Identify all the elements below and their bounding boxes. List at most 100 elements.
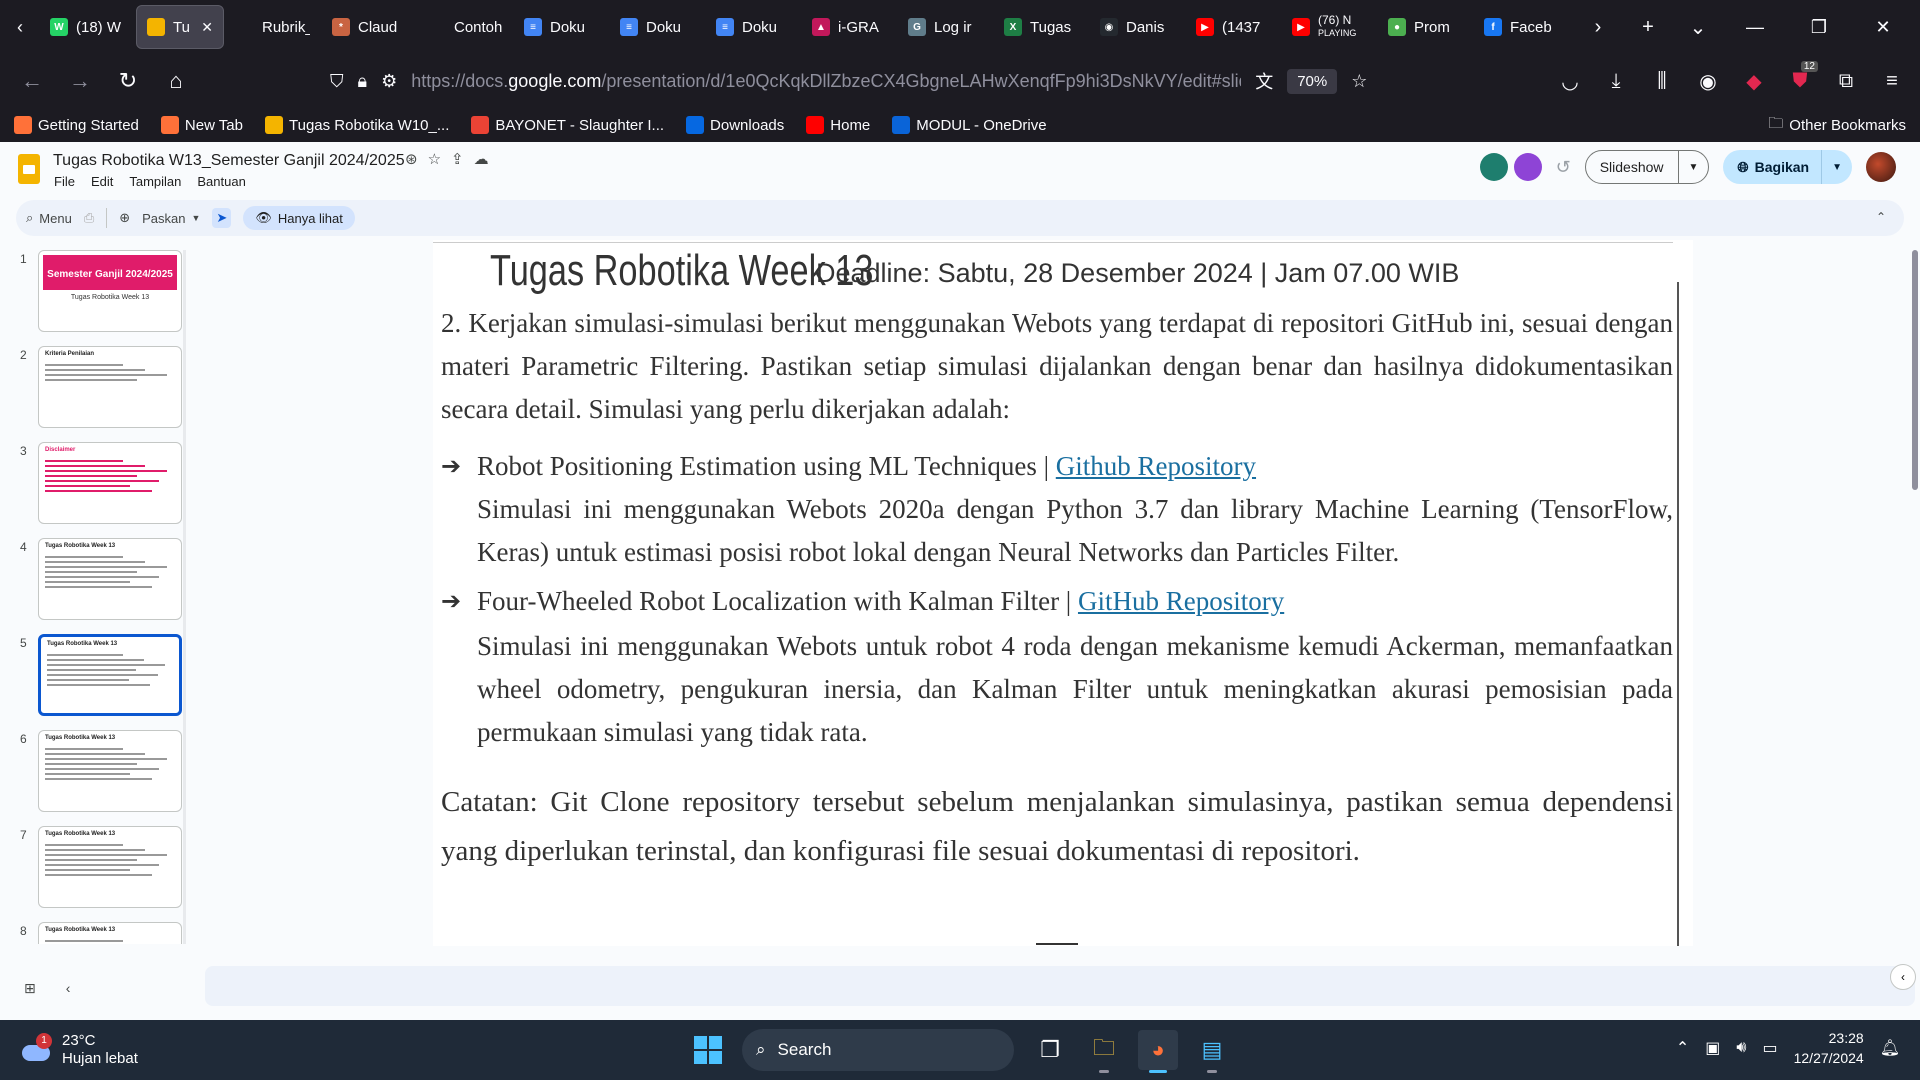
share-main[interactable]: 🌐︎ Bagikan <box>1723 150 1823 184</box>
browser-tab[interactable]: ▶ (1437 <box>1186 5 1280 49</box>
battery-icon[interactable]: ▭ <box>1762 1038 1777 1058</box>
history-icon[interactable]: ↺ <box>1556 157 1571 178</box>
list-all-tabs-icon[interactable]: ⌄ <box>1676 7 1720 47</box>
close-tab-icon[interactable]: ✕ <box>201 19 213 36</box>
browser-tab[interactable]: ◉ Danis <box>1090 5 1184 49</box>
star-icon[interactable]: ☆ <box>428 150 441 168</box>
translate-icon[interactable]: 文 <box>1255 68 1273 94</box>
collaborator-avatar[interactable] <box>1513 153 1542 181</box>
collapse-menus-icon[interactable]: ⌃ <box>1876 210 1886 224</box>
slide-thumbnail[interactable]: Disclaimer <box>38 442 182 524</box>
github-repository-link[interactable]: GitHub Repository <box>1078 586 1284 616</box>
url-text[interactable]: https://docs.google.com/presentation/d/1… <box>411 71 1241 92</box>
browser-tab[interactable]: ≡ Doku <box>706 5 800 49</box>
browser-tab[interactable]: ● Prom <box>1378 5 1472 49</box>
tray-overflow-icon[interactable]: ⌃ <box>1676 1038 1689 1058</box>
menu-help[interactable]: Bantuan <box>197 174 245 189</box>
minimize-icon[interactable]: — <box>1726 0 1784 54</box>
clock[interactable]: 23:28 12/27/2024 <box>1794 1028 1864 1068</box>
browser-tab[interactable]: W (18) W <box>40 5 134 49</box>
print-icon[interactable]: ⎙ <box>84 210 94 226</box>
browser-tab[interactable]: X Tugas <box>994 5 1088 49</box>
other-bookmarks[interactable]: 🗀︎ Other Bookmarks <box>1768 113 1906 138</box>
filmstrip-slide-8[interactable]: 8 Tugas Robotika Week 13 <box>0 922 186 944</box>
browser-tab[interactable]: ▶ (76) N PLAYING <box>1282 5 1376 49</box>
collapse-filmstrip-icon[interactable]: ‹ <box>66 980 71 997</box>
collaborator-avatar[interactable] <box>1479 153 1508 181</box>
notepad-icon[interactable]: ▤ <box>1192 1030 1232 1073</box>
restore-icon[interactable]: ❐ <box>1790 0 1848 54</box>
view-only-badge[interactable]: 👁︎ Hanya lihat <box>243 206 355 230</box>
browser-tab[interactable]: Rubrik_Pe <box>226 5 320 49</box>
menu-view[interactable]: Tampilan <box>129 174 181 189</box>
bookmark-item[interactable]: BAYONET - Slaughter I... <box>471 116 664 134</box>
task-view-icon[interactable]: ❐ <box>1030 1030 1070 1070</box>
expand-side-panel-icon[interactable]: ‹ <box>1890 964 1916 990</box>
filmstrip-slide-1[interactable]: 1 Semester Ganjil 2024/2025 Tugas Robotika… <box>0 250 186 336</box>
notifications-icon[interactable]: 🔔︎ <box>1880 1038 1900 1058</box>
reload-icon[interactable]: ↻ <box>106 59 150 103</box>
ublock-icon[interactable]: ⛊ 12 <box>1782 61 1818 101</box>
bookmark-item[interactable]: Getting Started <box>14 116 139 134</box>
bookmark-item[interactable]: Home <box>806 116 870 134</box>
slide-thumbnail[interactable]: Semester Ganjil 2024/2025 Tugas Robotika … <box>38 250 182 332</box>
browser-tab[interactable]: Tu ✕ <box>136 5 224 49</box>
menu-search[interactable]: ⌕ Menu <box>26 210 72 226</box>
url-bar[interactable]: ⛉ 🔒︎ ⚙ https://docs.google.com/presentat… <box>330 61 1410 101</box>
filmstrip-slide-4[interactable]: 4 Tugas Robotika Week 13 <box>0 538 186 624</box>
slideshow-button[interactable]: Slideshow ▼ <box>1584 150 1710 184</box>
slides-logo-icon[interactable] <box>18 154 40 184</box>
page-scrollbar[interactable] <box>1912 250 1918 490</box>
zoom-icon[interactable]: ⊕ <box>119 210 130 226</box>
tab-scroll-right-icon[interactable]: › <box>1576 7 1620 47</box>
bookmark-item[interactable]: Downloads <box>686 116 784 134</box>
home-icon[interactable]: ⌂ <box>154 59 198 103</box>
doc-title[interactable]: Tugas Robotika W13_Semester Ganjil 2024/… <box>53 152 405 170</box>
lock-icon[interactable]: 🔒︎ <box>358 71 368 92</box>
browser-tab[interactable]: ▲ i-GRA <box>802 5 896 49</box>
browser-tab[interactable]: Contoh_C <box>418 5 512 49</box>
library-icon[interactable]: ⫼ <box>1644 61 1680 101</box>
windows-start-icon[interactable] <box>694 1036 722 1064</box>
slide-thumbnail[interactable]: Tugas Robotika Week 13 <box>38 730 182 812</box>
new-tab-icon[interactable]: + <box>1626 7 1670 47</box>
browser-tab[interactable]: ≡ Doku <box>514 5 608 49</box>
account-icon[interactable]: ◉ <box>1690 61 1726 101</box>
downloads-icon[interactable]: ⤓ <box>1598 61 1634 101</box>
move-icon[interactable]: ⇪ <box>451 150 464 168</box>
slide-thumbnail[interactable]: Tugas Robotika Week 13 <box>38 538 182 620</box>
share-dropdown-icon[interactable]: ▼ <box>1822 162 1852 173</box>
app-menu-icon[interactable]: ≡ <box>1874 61 1910 101</box>
speaker-notes-bar[interactable] <box>205 966 1915 1006</box>
extension-red-icon[interactable]: ◆ <box>1736 61 1772 101</box>
slideshow-label[interactable]: Slideshow <box>1586 151 1679 183</box>
extensions-icon[interactable]: ⧉ <box>1828 61 1864 101</box>
zoom-level-badge[interactable]: 70% <box>1287 68 1338 94</box>
filmstrip-slide-6[interactable]: 6 Tugas Robotika Week 13 <box>0 730 186 816</box>
cloud-status-icon[interactable]: ☁ <box>474 150 489 168</box>
slide-thumbnail[interactable]: Tugas Robotika Week 13 <box>38 922 182 944</box>
github-repository-link[interactable]: Github Repository <box>1056 451 1256 481</box>
slide-thumbnail[interactable]: Tugas Robotika Week 13 <box>38 826 182 908</box>
firefox-icon[interactable]: ◕ <box>1138 1030 1178 1073</box>
bookmark-item[interactable]: Tugas Robotika W10_... <box>265 116 449 134</box>
tab-scroll-left-icon[interactable]: ‹ <box>0 0 40 54</box>
network-icon[interactable]: ▣ <box>1705 1038 1720 1058</box>
pocket-icon[interactable]: ◡ <box>1552 61 1588 101</box>
grid-view-icon[interactable]: ⊞ <box>24 980 36 997</box>
filmstrip-slide-3[interactable]: 3 Disclaimer <box>0 442 186 528</box>
bookmark-item[interactable]: New Tab <box>160 116 243 134</box>
browser-tab[interactable]: f Faceb <box>1474 5 1568 49</box>
bookmark-star-icon[interactable]: ☆ <box>1351 71 1367 92</box>
user-avatar[interactable] <box>1866 152 1896 182</box>
file-explorer-icon[interactable]: 🗀︎ <box>1084 1030 1124 1073</box>
browser-tab[interactable]: ≡ Doku <box>610 5 704 49</box>
zoom-select[interactable]: Paskan ▼ <box>142 211 200 226</box>
back-icon[interactable]: ← <box>10 59 54 103</box>
volume-icon[interactable]: 🔊︎ <box>1736 1039 1746 1057</box>
browser-tab[interactable]: * Claud <box>322 5 416 49</box>
bookmark-item[interactable]: MODUL - OneDrive <box>892 116 1047 134</box>
permissions-icon[interactable]: ⚙ <box>381 71 397 92</box>
slide-thumbnail[interactable]: Tugas Robotika Week 13 <box>38 634 182 716</box>
shield-icon[interactable]: ⛉ <box>330 71 344 92</box>
